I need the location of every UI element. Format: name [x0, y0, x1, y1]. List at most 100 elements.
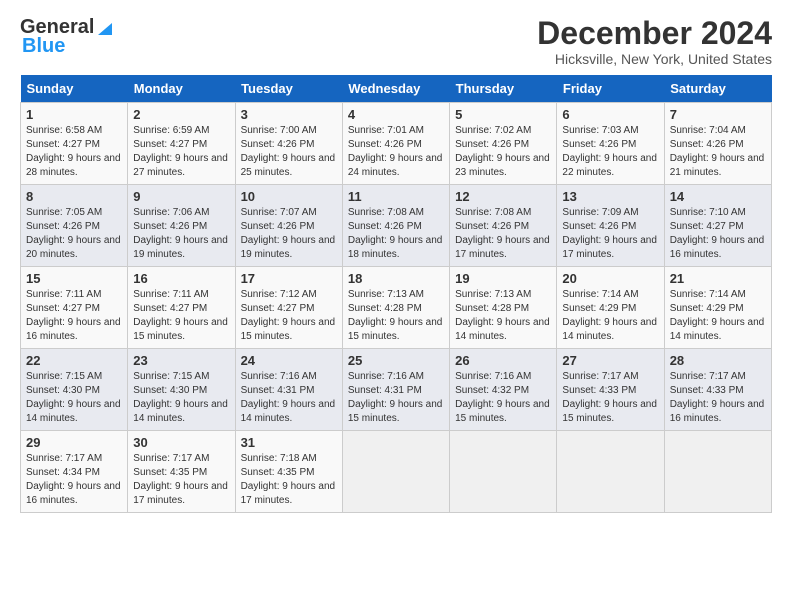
calendar-cell: 24 Sunrise: 7:16 AMSunset: 4:31 PMDaylig… — [235, 349, 342, 431]
calendar-week-row: 22 Sunrise: 7:15 AMSunset: 4:30 PMDaylig… — [21, 349, 772, 431]
calendar-cell: 3 Sunrise: 7:00 AMSunset: 4:26 PMDayligh… — [235, 103, 342, 185]
cell-info: Sunrise: 6:59 AMSunset: 4:27 PMDaylight:… — [133, 125, 228, 178]
cell-info: Sunrise: 6:58 AMSunset: 4:27 PMDaylight:… — [26, 125, 121, 178]
day-number: 26 — [455, 353, 551, 368]
calendar-cell: 19 Sunrise: 7:13 AMSunset: 4:28 PMDaylig… — [450, 267, 557, 349]
day-number: 22 — [26, 353, 122, 368]
day-number: 1 — [26, 107, 122, 122]
calendar-cell — [557, 431, 664, 513]
page-container: General Blue December 2024 Hicksville, N… — [0, 0, 792, 523]
cell-info: Sunrise: 7:09 AMSunset: 4:26 PMDaylight:… — [562, 207, 657, 260]
calendar-cell: 17 Sunrise: 7:12 AMSunset: 4:27 PMDaylig… — [235, 267, 342, 349]
day-number: 9 — [133, 189, 229, 204]
col-thursday: Thursday — [450, 75, 557, 103]
day-number: 14 — [670, 189, 766, 204]
cell-info: Sunrise: 7:07 AMSunset: 4:26 PMDaylight:… — [241, 207, 336, 260]
calendar-cell: 13 Sunrise: 7:09 AMSunset: 4:26 PMDaylig… — [557, 185, 664, 267]
calendar-cell: 25 Sunrise: 7:16 AMSunset: 4:31 PMDaylig… — [342, 349, 449, 431]
col-wednesday: Wednesday — [342, 75, 449, 103]
day-number: 15 — [26, 271, 122, 286]
cell-info: Sunrise: 7:17 AMSunset: 4:33 PMDaylight:… — [670, 371, 765, 424]
cell-info: Sunrise: 7:02 AMSunset: 4:26 PMDaylight:… — [455, 125, 550, 178]
calendar-cell: 16 Sunrise: 7:11 AMSunset: 4:27 PMDaylig… — [128, 267, 235, 349]
cell-info: Sunrise: 7:13 AMSunset: 4:28 PMDaylight:… — [455, 289, 550, 342]
cell-info: Sunrise: 7:14 AMSunset: 4:29 PMDaylight:… — [670, 289, 765, 342]
cell-info: Sunrise: 7:11 AMSunset: 4:27 PMDaylight:… — [26, 289, 121, 342]
logo: General Blue — [20, 16, 116, 58]
day-number: 27 — [562, 353, 658, 368]
cell-info: Sunrise: 7:16 AMSunset: 4:32 PMDaylight:… — [455, 371, 550, 424]
cell-info: Sunrise: 7:13 AMSunset: 4:28 PMDaylight:… — [348, 289, 443, 342]
cell-info: Sunrise: 7:06 AMSunset: 4:26 PMDaylight:… — [133, 207, 228, 260]
cell-info: Sunrise: 7:08 AMSunset: 4:26 PMDaylight:… — [455, 207, 550, 260]
calendar-week-row: 8 Sunrise: 7:05 AMSunset: 4:26 PMDayligh… — [21, 185, 772, 267]
cell-info: Sunrise: 7:04 AMSunset: 4:26 PMDaylight:… — [670, 125, 765, 178]
calendar-table: Sunday Monday Tuesday Wednesday Thursday… — [20, 75, 772, 513]
calendar-cell: 5 Sunrise: 7:02 AMSunset: 4:26 PMDayligh… — [450, 103, 557, 185]
month-title: December 2024 — [537, 16, 772, 51]
day-number: 28 — [670, 353, 766, 368]
day-number: 16 — [133, 271, 229, 286]
calendar-cell: 20 Sunrise: 7:14 AMSunset: 4:29 PMDaylig… — [557, 267, 664, 349]
cell-info: Sunrise: 7:14 AMSunset: 4:29 PMDaylight:… — [562, 289, 657, 342]
logo-icon — [94, 17, 116, 39]
day-number: 25 — [348, 353, 444, 368]
day-number: 23 — [133, 353, 229, 368]
calendar-cell: 22 Sunrise: 7:15 AMSunset: 4:30 PMDaylig… — [21, 349, 128, 431]
calendar-cell: 9 Sunrise: 7:06 AMSunset: 4:26 PMDayligh… — [128, 185, 235, 267]
day-number: 4 — [348, 107, 444, 122]
calendar-cell: 26 Sunrise: 7:16 AMSunset: 4:32 PMDaylig… — [450, 349, 557, 431]
calendar-cell: 28 Sunrise: 7:17 AMSunset: 4:33 PMDaylig… — [664, 349, 771, 431]
cell-info: Sunrise: 7:15 AMSunset: 4:30 PMDaylight:… — [26, 371, 121, 424]
page-header: General Blue December 2024 Hicksville, N… — [20, 16, 772, 67]
title-block: December 2024 Hicksville, New York, Unit… — [537, 16, 772, 67]
calendar-cell: 30 Sunrise: 7:17 AMSunset: 4:35 PMDaylig… — [128, 431, 235, 513]
day-number: 3 — [241, 107, 337, 122]
cell-info: Sunrise: 7:10 AMSunset: 4:27 PMDaylight:… — [670, 207, 765, 260]
calendar-cell: 11 Sunrise: 7:08 AMSunset: 4:26 PMDaylig… — [342, 185, 449, 267]
calendar-week-row: 15 Sunrise: 7:11 AMSunset: 4:27 PMDaylig… — [21, 267, 772, 349]
cell-info: Sunrise: 7:08 AMSunset: 4:26 PMDaylight:… — [348, 207, 443, 260]
calendar-cell: 4 Sunrise: 7:01 AMSunset: 4:26 PMDayligh… — [342, 103, 449, 185]
cell-info: Sunrise: 7:11 AMSunset: 4:27 PMDaylight:… — [133, 289, 228, 342]
cell-info: Sunrise: 7:01 AMSunset: 4:26 PMDaylight:… — [348, 125, 443, 178]
calendar-cell: 8 Sunrise: 7:05 AMSunset: 4:26 PMDayligh… — [21, 185, 128, 267]
cell-info: Sunrise: 7:17 AMSunset: 4:34 PMDaylight:… — [26, 453, 121, 506]
day-number: 6 — [562, 107, 658, 122]
calendar-cell: 7 Sunrise: 7:04 AMSunset: 4:26 PMDayligh… — [664, 103, 771, 185]
location-text: Hicksville, New York, United States — [537, 51, 772, 67]
day-number: 31 — [241, 435, 337, 450]
calendar-cell: 18 Sunrise: 7:13 AMSunset: 4:28 PMDaylig… — [342, 267, 449, 349]
calendar-week-row: 29 Sunrise: 7:17 AMSunset: 4:34 PMDaylig… — [21, 431, 772, 513]
day-number: 29 — [26, 435, 122, 450]
col-tuesday: Tuesday — [235, 75, 342, 103]
calendar-week-row: 1 Sunrise: 6:58 AMSunset: 4:27 PMDayligh… — [21, 103, 772, 185]
calendar-cell: 2 Sunrise: 6:59 AMSunset: 4:27 PMDayligh… — [128, 103, 235, 185]
day-number: 8 — [26, 189, 122, 204]
calendar-cell: 14 Sunrise: 7:10 AMSunset: 4:27 PMDaylig… — [664, 185, 771, 267]
cell-info: Sunrise: 7:12 AMSunset: 4:27 PMDaylight:… — [241, 289, 336, 342]
col-saturday: Saturday — [664, 75, 771, 103]
calendar-cell — [664, 431, 771, 513]
day-number: 17 — [241, 271, 337, 286]
calendar-cell: 12 Sunrise: 7:08 AMSunset: 4:26 PMDaylig… — [450, 185, 557, 267]
calendar-cell: 29 Sunrise: 7:17 AMSunset: 4:34 PMDaylig… — [21, 431, 128, 513]
cell-info: Sunrise: 7:16 AMSunset: 4:31 PMDaylight:… — [241, 371, 336, 424]
calendar-cell: 15 Sunrise: 7:11 AMSunset: 4:27 PMDaylig… — [21, 267, 128, 349]
day-number: 11 — [348, 189, 444, 204]
cell-info: Sunrise: 7:17 AMSunset: 4:33 PMDaylight:… — [562, 371, 657, 424]
cell-info: Sunrise: 7:18 AMSunset: 4:35 PMDaylight:… — [241, 453, 336, 506]
day-number: 21 — [670, 271, 766, 286]
cell-info: Sunrise: 7:00 AMSunset: 4:26 PMDaylight:… — [241, 125, 336, 178]
calendar-cell: 21 Sunrise: 7:14 AMSunset: 4:29 PMDaylig… — [664, 267, 771, 349]
calendar-cell — [342, 431, 449, 513]
cell-info: Sunrise: 7:15 AMSunset: 4:30 PMDaylight:… — [133, 371, 228, 424]
day-number: 7 — [670, 107, 766, 122]
day-number: 10 — [241, 189, 337, 204]
day-number: 20 — [562, 271, 658, 286]
day-number: 24 — [241, 353, 337, 368]
cell-info: Sunrise: 7:16 AMSunset: 4:31 PMDaylight:… — [348, 371, 443, 424]
calendar-cell: 1 Sunrise: 6:58 AMSunset: 4:27 PMDayligh… — [21, 103, 128, 185]
col-sunday: Sunday — [21, 75, 128, 103]
day-number: 2 — [133, 107, 229, 122]
